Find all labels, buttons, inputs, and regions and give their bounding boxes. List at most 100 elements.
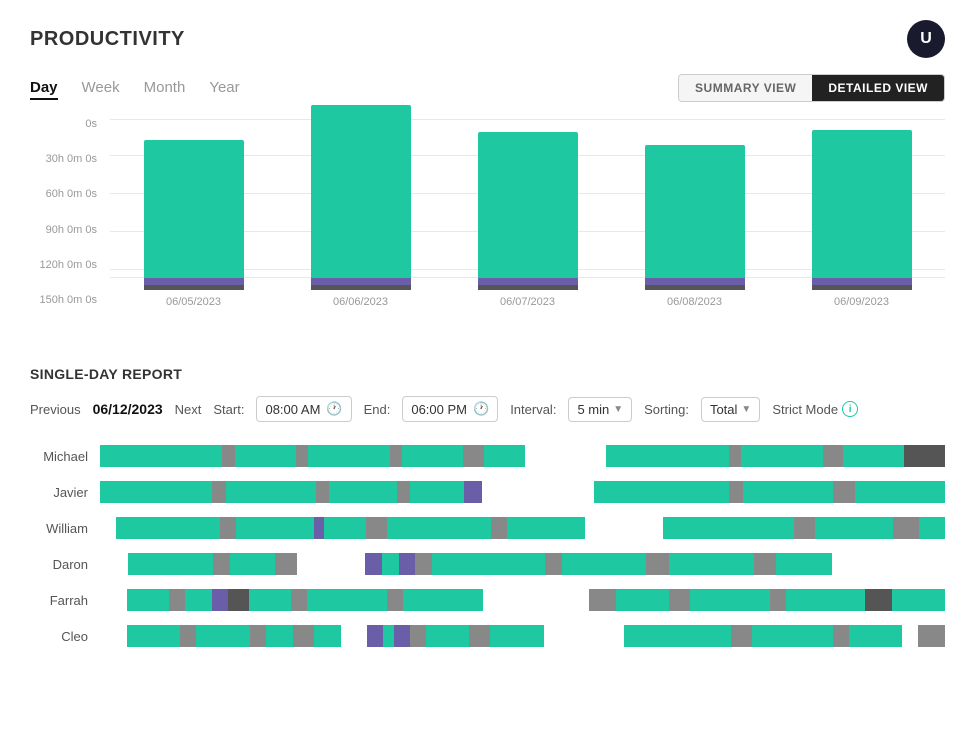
row-label: Daron bbox=[30, 557, 100, 572]
bar-4-teal bbox=[645, 145, 745, 278]
y-label-4: 120h 0m 0s bbox=[30, 259, 105, 271]
bar-group-4: 06/08/2023 bbox=[635, 145, 755, 308]
bar-3-purple bbox=[478, 278, 578, 285]
y-label-0: 0s bbox=[30, 118, 105, 130]
previous-button[interactable]: Previous bbox=[30, 402, 81, 417]
sorting-value: Total bbox=[710, 402, 737, 417]
bar-1-gray bbox=[144, 285, 244, 290]
productivity-chart: 150h 0m 0s 120h 0m 0s 90h 0m 0s 60h 0m 0… bbox=[30, 118, 945, 338]
timeline-segments bbox=[100, 517, 945, 539]
interval-select[interactable]: 5 min ▼ bbox=[568, 397, 632, 422]
bar-label-1: 06/05/2023 bbox=[166, 296, 221, 308]
bar-2-purple bbox=[311, 278, 411, 285]
bar-5-gray bbox=[812, 285, 912, 290]
y-label-3: 90h 0m 0s bbox=[30, 224, 105, 236]
start-time-value: 08:00 AM bbox=[265, 402, 320, 417]
current-date: 06/12/2023 bbox=[93, 401, 163, 417]
timeline-row: Michael bbox=[30, 440, 945, 472]
interval-value: 5 min bbox=[577, 402, 609, 417]
bar-label-4: 06/08/2023 bbox=[667, 296, 722, 308]
page-title: PRODUCTIVITY bbox=[30, 28, 185, 51]
bar-1-teal bbox=[144, 140, 244, 278]
info-icon[interactable]: i bbox=[842, 401, 858, 417]
row-timeline bbox=[100, 589, 945, 611]
y-label-1: 30h 0m 0s bbox=[30, 153, 105, 165]
start-label: Start: bbox=[213, 402, 244, 417]
bar-1 bbox=[144, 140, 244, 290]
bar-5-teal bbox=[812, 130, 912, 278]
avatar[interactable]: U bbox=[907, 20, 945, 58]
bar-group-3: 06/07/2023 bbox=[468, 132, 588, 308]
timeline-segments bbox=[100, 553, 945, 575]
y-label-2: 60h 0m 0s bbox=[30, 188, 105, 200]
row-label: Michael bbox=[30, 449, 100, 464]
bar-group-5: 06/09/2023 bbox=[802, 130, 922, 308]
end-time-input[interactable]: 06:00 PM 🕐 bbox=[402, 396, 498, 422]
bar-5 bbox=[812, 130, 912, 290]
end-time-value: 06:00 PM bbox=[411, 402, 467, 417]
y-axis-labels: 150h 0m 0s 120h 0m 0s 90h 0m 0s 60h 0m 0… bbox=[30, 118, 105, 308]
bar-4 bbox=[645, 145, 745, 290]
sorting-label: Sorting: bbox=[644, 402, 689, 417]
bar-2-gray bbox=[311, 285, 411, 290]
tabs: Day Week Month Year bbox=[30, 77, 240, 100]
row-timeline bbox=[100, 553, 945, 575]
timeline-segments bbox=[100, 481, 945, 503]
timeline-row: Daron bbox=[30, 548, 945, 580]
chart-inner: 06/05/2023 06/06/2023 bbox=[110, 118, 945, 338]
bar-group-1: 06/05/2023 bbox=[134, 140, 254, 308]
section-title: SINGLE-DAY REPORT bbox=[30, 366, 945, 382]
timeline-row: Cleo bbox=[30, 620, 945, 652]
strict-mode-label: Strict Mode bbox=[772, 402, 838, 417]
bar-3-gray bbox=[478, 285, 578, 290]
bar-label-3: 06/07/2023 bbox=[500, 296, 555, 308]
tab-day[interactable]: Day bbox=[30, 77, 58, 100]
end-label: End: bbox=[364, 402, 391, 417]
row-timeline bbox=[100, 481, 945, 503]
row-timeline bbox=[100, 445, 945, 467]
report-controls: Previous 06/12/2023 Next Start: 08:00 AM… bbox=[30, 396, 945, 422]
bar-3 bbox=[478, 132, 578, 290]
bar-2-teal bbox=[311, 105, 411, 278]
bar-4-purple bbox=[645, 278, 745, 285]
next-button[interactable]: Next bbox=[175, 402, 202, 417]
timeline-container: Michael bbox=[30, 440, 945, 656]
timeline-row: Javier bbox=[30, 476, 945, 508]
tab-week[interactable]: Week bbox=[82, 77, 120, 100]
view-toggle: SUMMARY VIEW DETAILED VIEW bbox=[678, 74, 945, 102]
row-label: Cleo bbox=[30, 629, 100, 644]
detailed-view-button[interactable]: DETAILED VIEW bbox=[812, 75, 944, 101]
start-time-input[interactable]: 08:00 AM 🕐 bbox=[256, 396, 351, 422]
bar-1-purple bbox=[144, 278, 244, 285]
bar-label-2: 06/06/2023 bbox=[333, 296, 388, 308]
row-label: Farrah bbox=[30, 593, 100, 608]
timeline-segments bbox=[100, 589, 945, 611]
tabs-row: Day Week Month Year SUMMARY VIEW DETAILE… bbox=[30, 74, 945, 102]
row-label: Javier bbox=[30, 485, 100, 500]
bar-group-2: 06/06/2023 bbox=[301, 105, 421, 308]
bar-5-purple bbox=[812, 278, 912, 285]
bar-label-5: 06/09/2023 bbox=[834, 296, 889, 308]
summary-view-button[interactable]: SUMMARY VIEW bbox=[679, 75, 812, 101]
chevron-down-icon: ▼ bbox=[613, 404, 623, 415]
strict-mode-control: Strict Mode i bbox=[772, 401, 858, 417]
timeline-segments bbox=[100, 445, 945, 467]
interval-label: Interval: bbox=[510, 402, 556, 417]
bar-3-teal bbox=[478, 132, 578, 278]
timeline-row: William bbox=[30, 512, 945, 544]
row-timeline bbox=[100, 625, 945, 647]
sorting-select[interactable]: Total ▼ bbox=[701, 397, 760, 422]
clock-icon: 🕐 bbox=[326, 401, 342, 417]
bar-4-gray bbox=[645, 285, 745, 290]
y-label-5: 150h 0m 0s bbox=[30, 294, 105, 306]
timeline-row: Farrah bbox=[30, 584, 945, 616]
chevron-down-icon-2: ▼ bbox=[741, 404, 751, 415]
tab-year[interactable]: Year bbox=[209, 77, 239, 100]
row-label: William bbox=[30, 521, 100, 536]
clock-icon-2: 🕐 bbox=[473, 401, 489, 417]
tab-month[interactable]: Month bbox=[144, 77, 186, 100]
row-timeline bbox=[100, 517, 945, 539]
bar-2 bbox=[311, 105, 411, 290]
timeline-segments bbox=[100, 625, 945, 647]
header: PRODUCTIVITY U bbox=[30, 20, 945, 58]
